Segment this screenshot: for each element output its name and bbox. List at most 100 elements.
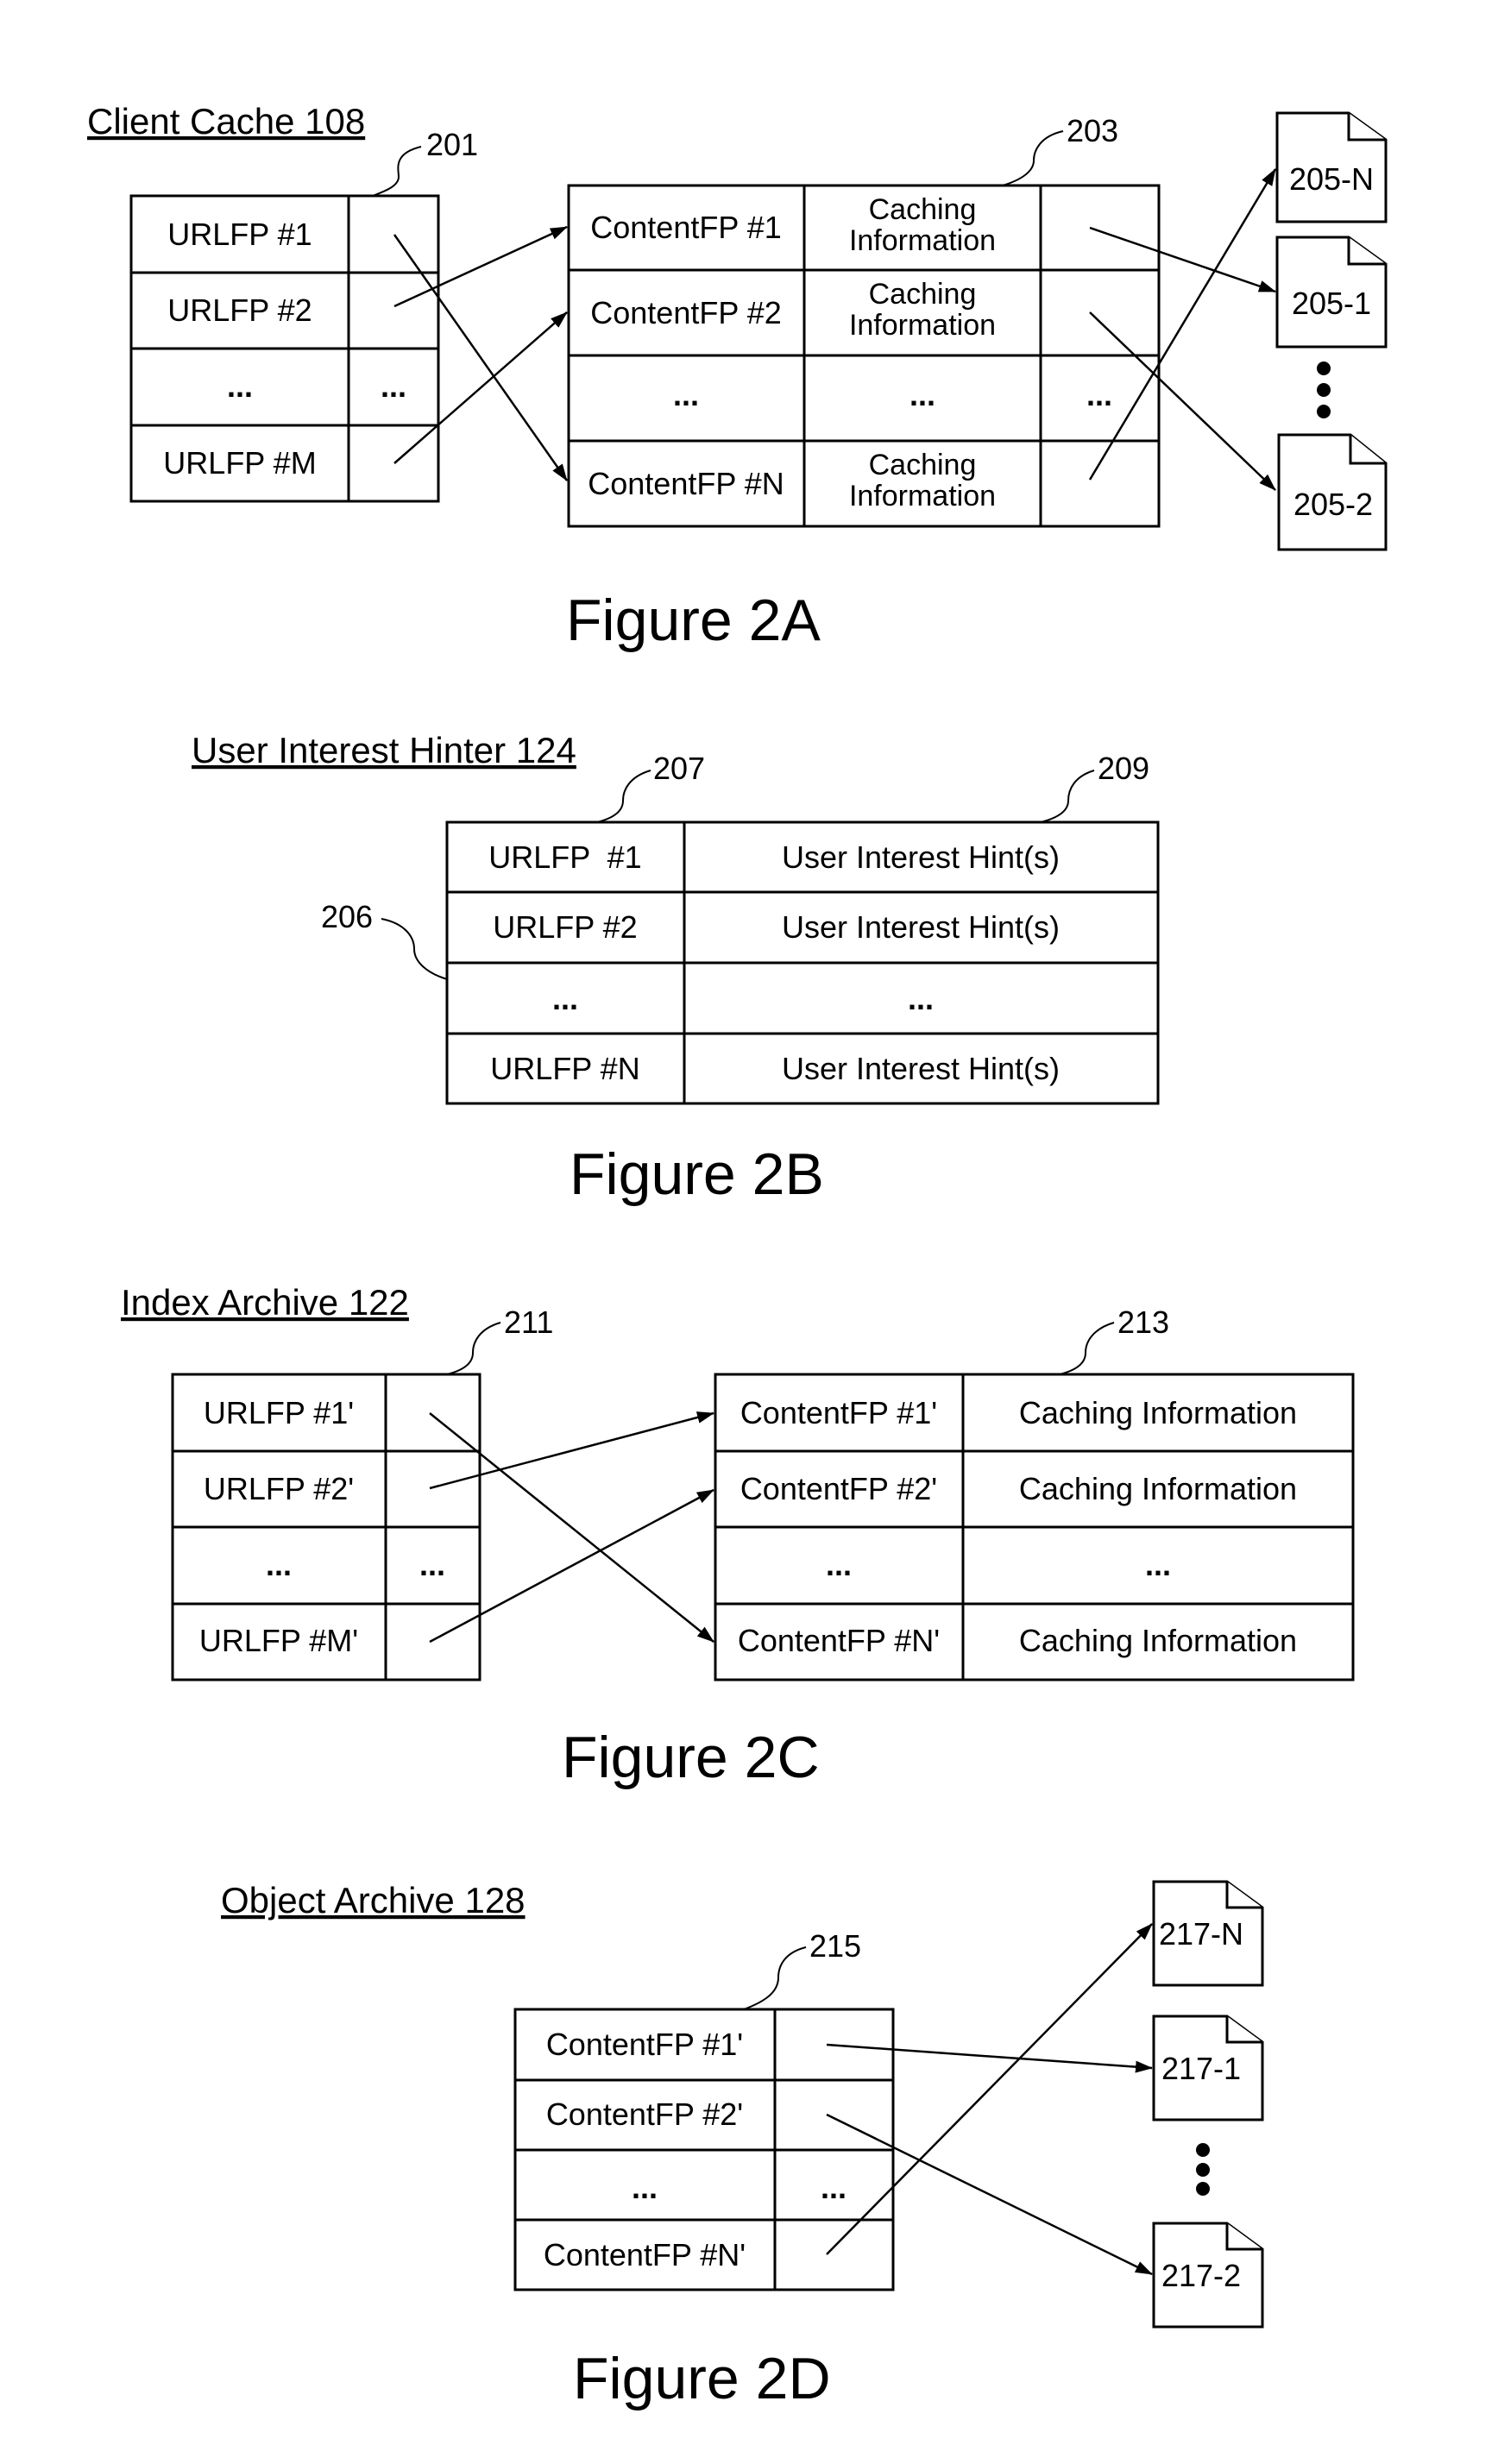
ref-213: 213 [1117,1304,1169,1340]
table-cell: URLFP #M [163,445,316,481]
table-cell: URLFP #1 [167,217,312,252]
client-cache-title: Client Cache 108 [87,101,365,141]
table-cell: Caching Information [1019,1395,1297,1430]
table-cell: Information [849,224,996,257]
object-archive-title: Object Archive 128 [221,1880,526,1920]
arrow-contentfp1p-to-217-1 [826,2043,1153,2073]
arrow-contentfp2p-to-217-2 [826,2113,1153,2276]
document-205-1: 205-1 [1275,236,1388,349]
arrow-urlfpMp-to-contentfp2p [429,1488,714,1644]
table-cell: URLFP #2 [167,292,312,328]
arrow-contentfp1-to-205-1 [1089,226,1276,293]
user-interest-hinter-title: User Interest Hinter 124 [192,730,576,770]
document-205-2: 205-2 [1277,433,1388,551]
table-cell-ellipsis: ... [266,1547,292,1582]
table-cell: ContentFP #2 [590,295,781,330]
table-cell: ContentFP #2' [740,1471,937,1506]
table-cell: Caching [869,449,977,481]
table-cell-ellipsis: ... [552,981,578,1016]
ref-209: 209 [1098,751,1149,786]
table-cell-ellipsis: ... [381,368,406,404]
table-cell-ellipsis: ... [908,981,934,1016]
figure-2b-caption: Figure 2B [570,1141,824,1207]
document-label: 217-1 [1161,2051,1241,2086]
table-cell: ContentFP #1' [740,1395,937,1430]
document-205-n: 205-N [1275,111,1388,223]
ellipsis-dot [1317,383,1331,397]
arrow-contentfpN-to-205-N [1088,168,1277,481]
document-label: 205-1 [1292,286,1371,321]
document-217-2: 217-2 [1152,2222,1264,2329]
document-label: 217-N [1159,1916,1243,1952]
index-archive-url-table: URLFP #1' URLFP #2' ... ... URLFP #M' [171,1373,482,1681]
document-label: 205-N [1289,161,1374,197]
ellipsis-dot [1196,2163,1210,2177]
table-cell: ContentFP #2' [546,2096,743,2132]
document-label: 217-2 [1161,2258,1241,2293]
table-cell-ellipsis: ... [673,377,699,412]
ref-203: 203 [1067,113,1118,148]
leader-203 [1002,130,1064,186]
table-cell: URLFP #2 [493,909,637,945]
table-cell: URLFP #1 [488,839,641,875]
table-cell: ContentFP #1 [590,210,781,245]
figure-2d-caption: Figure 2D [573,2346,831,2411]
table-cell: Caching Information [1019,1471,1297,1506]
table-cell: Caching [869,193,977,226]
table-cell: User Interest Hint(s) [782,1051,1060,1086]
table-cell: URLFP #M' [199,1623,358,1658]
leader-213 [1059,1322,1115,1375]
document-217-1: 217-1 [1152,2015,1264,2121]
arrow-contentfpNp-to-217-N [826,1923,1153,2255]
index-archive-content-table: ContentFP #1' Caching Information Conten… [714,1373,1355,1681]
table-cell: User Interest Hint(s) [782,909,1060,945]
table-cell-ellipsis: ... [1086,377,1112,412]
arrow-urlfpM-to-contentfp2 [393,311,568,464]
table-cell: Information [849,309,996,342]
ref-211: 211 [504,1304,553,1340]
figure-2c-caption: Figure 2C [562,1725,820,1790]
leader-201 [372,146,422,197]
ref-215: 215 [809,1928,861,1964]
ellipsis-dot [1196,2143,1210,2157]
table-cell-ellipsis: ... [1145,1547,1171,1582]
ref-201: 201 [426,127,478,162]
leader-211 [446,1322,501,1375]
leader-209 [1040,770,1095,823]
table-cell: ContentFP #1' [546,2027,743,2062]
object-archive-table: ContentFP #1' ContentFP #2' ... ... Cont… [513,2008,895,2291]
ref-206: 206 [321,899,373,934]
table-cell: Information [849,480,996,512]
document-217-n: 217-N [1152,1880,1264,1987]
table-cell: URLFP #2' [204,1471,354,1506]
ref-207: 207 [653,751,705,786]
table-cell: URLFP #N [490,1051,639,1086]
figure-2a-caption: Figure 2A [566,588,821,653]
arrow-urlfp2-to-contentfp1 [393,225,568,308]
table-cell-ellipsis: ... [826,1547,852,1582]
table-cell-ellipsis: ... [910,377,935,412]
client-cache-content-table: ContentFP #1 Caching Information Content… [567,184,1161,528]
table-cell-ellipsis: ... [419,1547,445,1582]
leader-215 [743,1946,807,2010]
figure-2a: Client Cache 108 201 203 URLFP #1 URLFP … [87,101,1388,653]
table-cell-ellipsis: ... [821,2170,847,2205]
table-cell: ContentFP #N [588,466,784,501]
ellipsis-dot [1196,2182,1210,2196]
figure-2b: User Interest Hinter 124 207 209 206 URL… [192,730,1160,1207]
leader-206 [381,918,448,980]
table-cell: Caching [869,278,977,311]
ellipsis-dot [1317,405,1331,418]
table-cell-ellipsis: ... [632,2170,658,2205]
index-archive-title: Index Archive 122 [121,1282,409,1323]
user-interest-hint-table: URLFP #1 User Interest Hint(s) URLFP #2 … [445,820,1160,1105]
document-label: 205-2 [1293,487,1373,522]
table-cell-ellipsis: ... [227,368,253,404]
ellipsis-dot [1317,361,1331,375]
arrow-contentfp2-to-205-2 [1089,311,1276,491]
table-cell: Caching Information [1019,1623,1297,1658]
figure-2c: Index Archive 122 211 213 URLFP #1' URLF… [121,1282,1355,1790]
leader-207 [596,770,651,823]
table-cell: User Interest Hint(s) [782,839,1060,875]
client-cache-url-table: URLFP #1 URLFP #2 ... ... URLFP #M [129,194,440,503]
